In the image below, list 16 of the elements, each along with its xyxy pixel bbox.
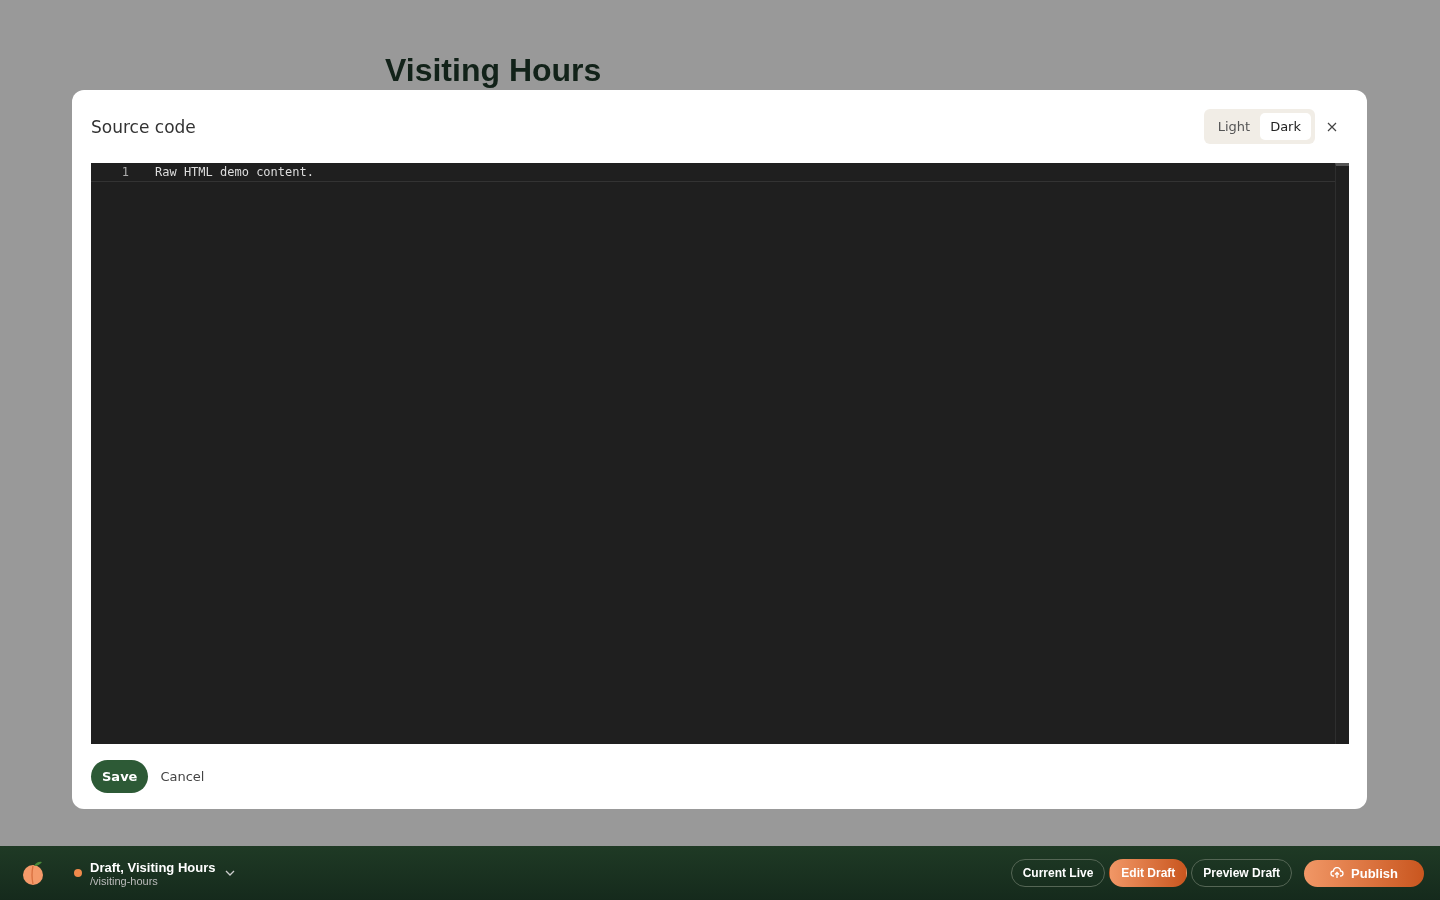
chevron-down-icon[interactable] [225,870,236,876]
cloud-upload-icon [1330,867,1345,879]
code-line: Raw HTML demo content. [155,165,314,179]
save-button[interactable]: Save [91,760,149,793]
page-title: Visiting Hours [385,52,603,89]
draft-title: Draft, Visiting Hours [90,859,216,875]
theme-option[interactable]: Light [1207,113,1261,140]
scrollbar[interactable] [1335,163,1349,744]
page-path: /visiting-hours [90,874,158,887]
code-editor[interactable]: 1 Raw HTML demo content. [91,163,1349,744]
close-icon[interactable] [1327,121,1337,132]
dialog-title: Source code [91,116,196,137]
cancel-button[interactable]: Cancel [160,763,205,790]
theme-option[interactable]: Dark [1260,113,1311,140]
mode-button[interactable]: Edit Draft [1109,859,1188,887]
line-number: 1 [120,165,129,179]
